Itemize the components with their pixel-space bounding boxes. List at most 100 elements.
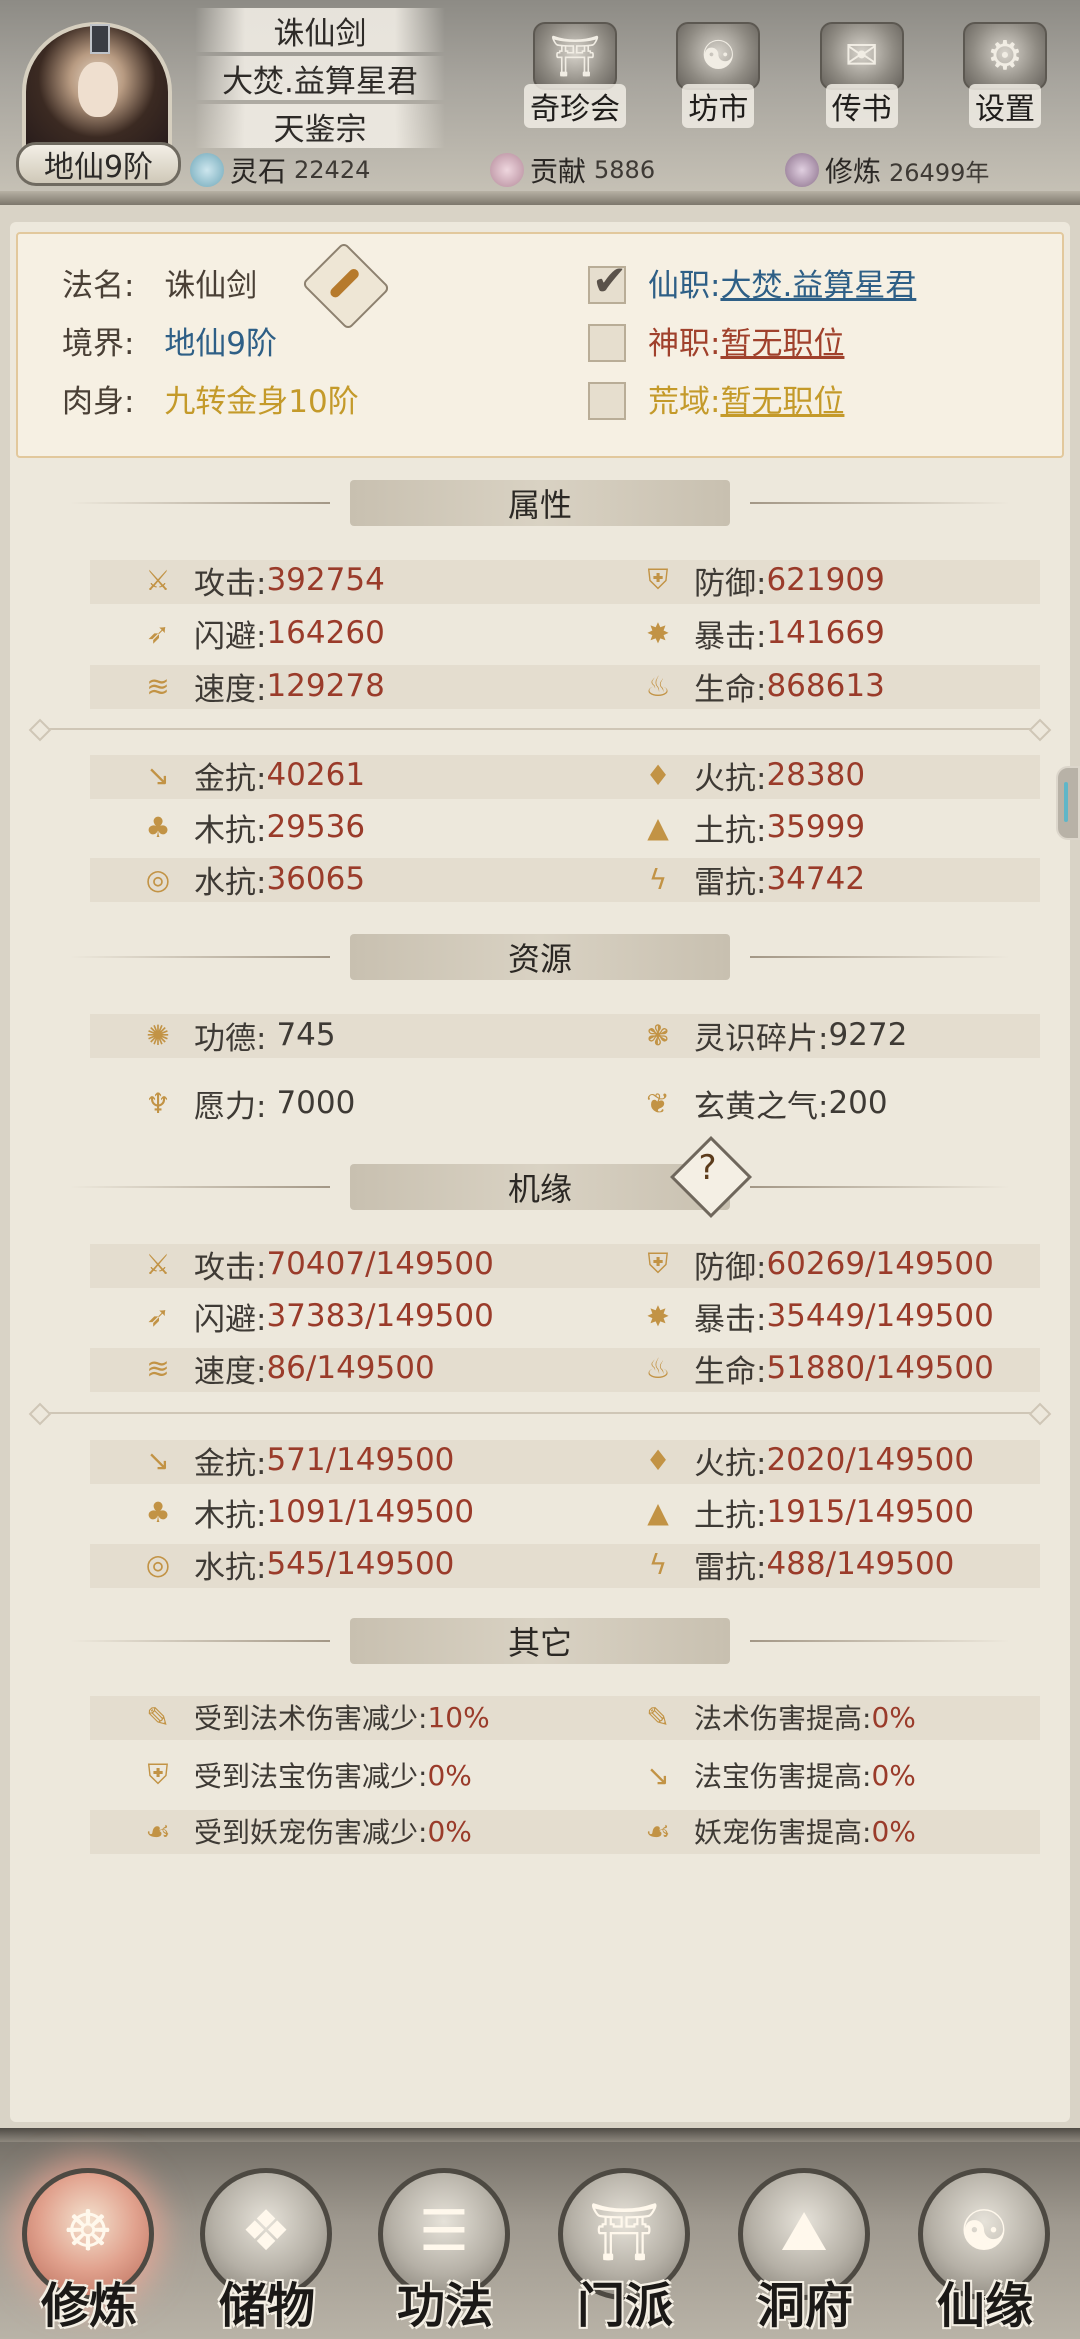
other-title: 其它 (350, 1618, 730, 1664)
treasure-auction-button[interactable]: ⛩ 奇珍会 (520, 22, 630, 132)
stat-value: 545/149500 (266, 1546, 455, 1582)
resource-bar: 灵石 22424 贡献 5886 修炼 26499年 (190, 148, 1070, 192)
stat-attack: ⚔ 攻击: 392754 (138, 557, 384, 603)
realm-value: 地仙9阶 (164, 326, 278, 362)
lightning-icon: ϟ (648, 1547, 668, 1581)
header-line-left (70, 1186, 330, 1188)
avatar[interactable] (10, 8, 190, 162)
stat-label: 速度: (194, 671, 267, 708)
critical-strike-icon: ✸ (646, 1299, 670, 1333)
crown-icon (90, 24, 110, 54)
metal-blade-icon: ↘ (146, 758, 170, 792)
realm-row: 境界: 地仙9阶 (62, 318, 277, 363)
life-flame-icon: ♨ (645, 1351, 671, 1385)
stat-label: 攻击: (194, 1249, 267, 1286)
fortune-resist-metal: ↘ 金抗: 571/149500 (138, 1437, 454, 1483)
fox-icon: ☙ (645, 1814, 671, 1848)
stat-speed: ≋ 速度: 129278 (138, 663, 385, 709)
fire-icon: ♦ (645, 1443, 671, 1477)
nav-cultivation[interactable]: ☸ 修炼 (14, 2168, 164, 2334)
stat-value: 51880/149500 (766, 1350, 994, 1386)
immortal-office-title: 大焚.益算星君 (195, 56, 445, 100)
contribution-resource[interactable]: 贡献 5886 (490, 148, 785, 192)
feather-icon: ➶ (146, 616, 170, 650)
stat-value: 571/149500 (266, 1442, 455, 1478)
resist-wood: ♣ 木抗: 29536 (138, 804, 365, 850)
fire-icon: ♦ (645, 758, 671, 792)
huangyu-checkbox[interactable] (588, 382, 626, 420)
gate-glyph: ⛩ (588, 2200, 660, 2265)
sect-title: 天鉴宗 (195, 104, 445, 148)
stat-value: 60269/149500 (766, 1246, 994, 1282)
shenzhi-link[interactable]: 暂无职位 (720, 326, 844, 362)
stat-value: 164260 (266, 615, 385, 651)
mountain-icon: ▲ (647, 1495, 669, 1529)
stat-label: 雷抗: (694, 864, 767, 901)
stat-value: 1091/149500 (266, 1494, 475, 1530)
attributes-section-header: 属性 (10, 476, 1070, 528)
shield-icon: ⛨ (647, 1247, 669, 1280)
cultivation-icon (785, 153, 819, 187)
nav-cave-mansion[interactable]: ⛰ 洞府 (730, 2168, 880, 2334)
stat-label: 法术伤害提高: (694, 1702, 872, 1735)
nav-techniques[interactable]: ☰ 功法 (370, 2168, 520, 2334)
stat-label: 暴击: (694, 618, 767, 655)
stat-label: 法宝伤害提高: (694, 1760, 872, 1793)
manual-glyph: ☰ (418, 2199, 470, 2264)
stat-value: 86/149500 (266, 1350, 435, 1386)
water-swirl-icon: ◎ (145, 862, 171, 896)
xianzhi-link[interactable]: 大焚.益算星君 (720, 268, 916, 304)
stat-value: 0% (871, 1814, 916, 1848)
stat-label: 妖宠伤害提高: (694, 1816, 872, 1849)
nav-storage[interactable]: ❖ 储物 (192, 2168, 342, 2334)
fortune-resist-wood: ♣ 木抗: 1091/149500 (138, 1489, 474, 1535)
fortune-resist-thunder: ϟ 雷抗: 488/149500 (638, 1541, 955, 1587)
nav-sect[interactable]: ⛩ 门派 (550, 2168, 700, 2334)
spell-reduce-icon: ✎ (146, 1700, 170, 1734)
stat-value: 0% (427, 1814, 472, 1848)
body-label: 肉身: (62, 384, 135, 420)
stat-label: 生命: (694, 671, 767, 708)
title-stack: 诛仙剑 大焚.益算星君 天鉴宗 (195, 8, 445, 152)
messages-button[interactable]: ✉ 传书 (807, 22, 917, 132)
xuanhuang-flame-icon: ❦ (646, 1086, 670, 1120)
contribution-icon (490, 153, 524, 187)
stat-value: 7000 (276, 1085, 356, 1121)
stat-label: 土抗: (694, 812, 767, 849)
xuanhuang-qi-resource: ❦ 玄黄之气: 200 (638, 1080, 888, 1126)
realm-badge: 地仙9阶 (16, 142, 181, 186)
shenzhi-checkbox[interactable] (588, 324, 626, 362)
realm-label: 境界: (62, 326, 135, 362)
nav-techniques-label: 功法 (396, 2278, 493, 2334)
metal-blade-icon: ↘ (646, 1758, 670, 1792)
settings-button[interactable]: ⚙ 设置 (950, 22, 1060, 132)
cultivation-resource[interactable]: 修炼 26499年 (785, 148, 989, 192)
stat-value: 200 (828, 1085, 888, 1121)
fortune-critical: ✸ 暴击: 35449/149500 (638, 1293, 994, 1339)
header-line-left (70, 1640, 330, 1642)
stat-label: 暴击: (694, 1301, 767, 1338)
dao-name-title: 诛仙剑 (195, 8, 445, 52)
stat-label: 玄黄之气: (694, 1088, 829, 1125)
resist-earth: ▲ 土抗: 35999 (638, 804, 865, 850)
market-icon: ☯ (676, 22, 761, 90)
stat-value: 10% (427, 1700, 490, 1734)
market-label: 坊市 (682, 84, 755, 128)
stat-label: 防御: (694, 565, 767, 602)
stat-value: 36065 (266, 861, 366, 897)
fortune-speed: ≋ 速度: 86/149500 (138, 1345, 435, 1391)
market-button[interactable]: ☯ 坊市 (663, 22, 773, 132)
rename-brush-button[interactable] (301, 241, 391, 331)
settings-label: 设置 (968, 84, 1041, 128)
fortune-resist-fire: ♦ 火抗: 2020/149500 (638, 1437, 974, 1483)
spirit-stone-resource[interactable]: 灵石 22424 (190, 148, 490, 192)
huangyu-link[interactable]: 暂无职位 (720, 384, 844, 420)
prayer-fire-icon: ♆ (145, 1086, 171, 1120)
nav-immortal-fate[interactable]: ☯ 仙缘 (910, 2168, 1060, 2334)
stat-label: 金抗: (194, 760, 267, 797)
stat-label: 功德: (194, 1020, 267, 1057)
character-portrait[interactable] (22, 22, 172, 162)
xianzhi-checkbox[interactable] (588, 256, 627, 305)
header-line-right (750, 956, 1010, 958)
side-drawer-handle[interactable] (1056, 766, 1080, 840)
